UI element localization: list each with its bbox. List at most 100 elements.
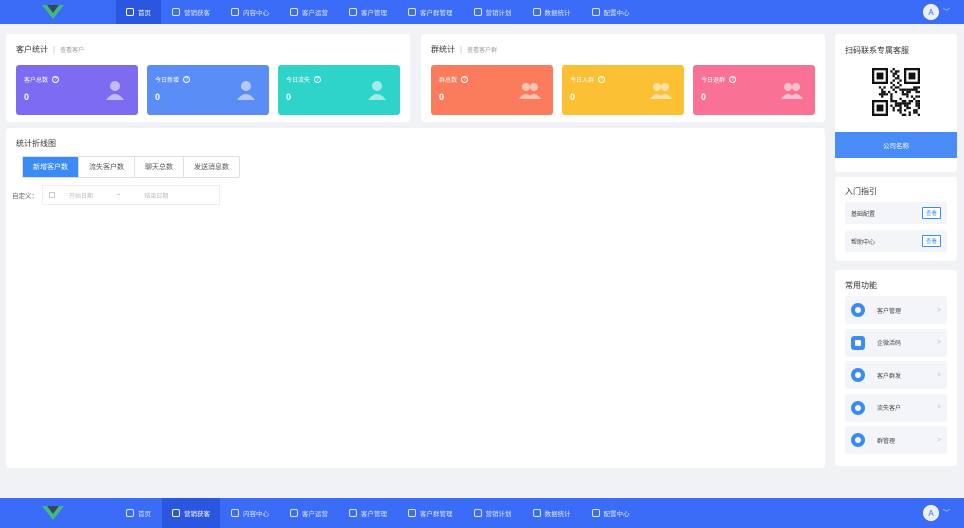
tab-3[interactable]: 发送消息数 [184,157,239,177]
nav-icon [591,509,600,517]
group-stats-title: 群统计 [431,45,455,54]
nav-item-label: 配置中心 [603,10,630,17]
chevron-right-icon: > [936,306,941,314]
function-item-3[interactable]: 流失客户 > [845,393,947,422]
date-filter: 自定义： 开始日期 – 结束日期 [12,185,220,205]
tab-2[interactable]: 聊天总数 [135,157,184,177]
nav-item-label: 客户群管理 [420,511,453,518]
vue-logo[interactable] [42,5,64,19]
vue-logo[interactable] [42,506,64,520]
user-icon [851,303,865,317]
function-item-2[interactable]: 客户群发 > [845,361,947,389]
group_stats-card-0[interactable]: 群总数? 0 [431,65,553,115]
nav-item-6[interactable]: 营销计划 [464,498,522,528]
nav-item-3[interactable]: 客户运营 [280,498,338,528]
nav-item-label: 首页 [138,10,151,17]
user-icon [366,79,388,101]
group-icon [519,79,541,101]
nav-icon [172,8,180,16]
company-name: 公司名称 [835,132,957,158]
function-label: 企微活码 [877,341,902,347]
function-label: 群管理 [877,438,896,445]
group_stats-card-2[interactable]: 今日退群? 0 [693,65,815,115]
nav-item-6[interactable]: 营销计划 [464,0,522,24]
broadcast-icon [851,368,865,382]
user-menu[interactable]: A ﹀ [923,505,950,521]
help-icon[interactable]: ? [314,76,322,83]
nav-item-8[interactable]: 配置中心 [582,498,640,528]
help-icon[interactable]: ? [598,76,606,83]
help-icon[interactable]: ? [461,76,469,83]
tab-1[interactable]: 流失客户数 [79,157,135,177]
stat-label: 今日退群 [701,78,726,84]
chevron-right-icon: > [936,371,941,379]
view-customers-link[interactable]: 查看客户 [60,45,84,54]
nav-item-1[interactable]: 营销获客 [162,498,220,528]
customer_stats-card-2[interactable]: 今日流失? 0 [278,65,400,115]
nav-item-2[interactable]: 内容中心 [221,0,279,24]
nav-item-3[interactable]: 客户运营 [280,0,338,24]
nav-item-0[interactable]: 首页 [116,498,161,528]
nav-item-8[interactable]: 配置中心 [582,0,640,24]
nav-item-1[interactable]: 营销获客 [162,0,220,24]
group-icon [781,79,803,101]
nav-item-2[interactable]: 内容中心 [221,498,279,528]
view-groups-link[interactable]: 查看客户群 [467,45,497,54]
function-item-4[interactable]: 群管理 > [845,426,947,454]
chart-tabs: 新增客户数 流失客户数 聊天总数 发送消息数 [22,156,240,178]
nav-item-5[interactable]: 客户群管理 [398,498,463,528]
help-icon[interactable]: ? [52,76,60,83]
chart-title: 统计折线图 [16,139,56,148]
function-label: 客户群发 [877,373,902,380]
nav-item-4[interactable]: 客户管理 [339,498,397,528]
nav-icon [473,509,482,517]
top-nav-items: 首页 营销获客 内容中心 客户运营 客户管理 客户群管理 营销计划 数据统计 配置中心 [116,0,641,24]
nav-item-label: 营销获客 [184,511,210,518]
group-icon [650,79,672,101]
nav-item-label: 内容中心 [243,10,269,17]
stat-label: 群总数 [439,78,458,84]
nav-item-5[interactable]: 客户群管理 [398,0,463,24]
user-menu[interactable]: A ﹀ [923,4,950,20]
nav-item-label: 数据统计 [544,511,571,518]
bottom-nav-bar: 首页 营销获客 内容中心 客户运营 客户管理 客户群管理 营销计划 数据统计 配置中心 A ﹀ [0,498,964,528]
qrcode-icon [851,335,865,350]
customer-stats-header: 客户统计 | 查看客户 [16,44,84,55]
top-nav-bar: 首页 营销获客 内容中心 客户运营 客户管理 客户群管理 营销计划 数据统计 配置中心 A ﹀ [0,0,964,24]
nav-item-0[interactable]: 首页 [116,0,161,24]
chevron-down-icon[interactable]: ﹀ [943,508,950,518]
nav-icon [408,509,416,517]
user-icon [104,79,126,101]
help-icon[interactable]: ? [183,76,191,83]
tab-0[interactable]: 新增客户数 [23,157,79,177]
nav-item-4[interactable]: 客户管理 [339,0,397,24]
nav-item-label: 客户运营 [302,10,328,17]
customer_stats-card-0[interactable]: 客户总数? 0 [16,65,138,115]
help-icon[interactable]: ? [729,76,737,83]
date-range-picker[interactable]: 开始日期 – 结束日期 [42,185,220,205]
function-item-1[interactable]: 企微活码 > [845,328,947,357]
function-label: 流失客户 [877,406,902,412]
nav-item-label: 客户管理 [361,10,387,17]
avatar[interactable]: A [923,505,939,521]
avatar[interactable]: A [923,4,939,20]
customer_stats-card-1[interactable]: 今日新增? 0 [147,65,269,115]
chart-panel: 统计折线图 新增客户数 流失客户数 聊天总数 发送消息数 自定义： 开始日期 – 结束… [6,128,825,468]
function-item-0[interactable]: 客户管理 > [845,296,947,324]
nav-item-7[interactable]: 数据统计 [523,0,581,24]
view-button[interactable]: 查看 [921,235,941,247]
chevron-down-icon[interactable]: ﹀ [943,7,950,17]
nav-icon [231,509,239,517]
start-date-input[interactable]: 开始日期 [69,191,93,200]
nav-icon [408,8,416,16]
title-divider: | [53,45,56,54]
nav-item-label: 营销计划 [485,511,512,518]
nav-item-7[interactable]: 数据统计 [523,498,581,528]
end-date-input[interactable]: 结束日期 [144,191,168,200]
chevron-right-icon: > [936,436,941,444]
chevron-right-icon: > [936,339,941,346]
group_stats-card-1[interactable]: 今日入群? 0 [562,65,684,115]
calendar-icon [49,192,55,198]
nav-icon [532,8,541,16]
view-button[interactable]: 查看 [921,207,941,219]
